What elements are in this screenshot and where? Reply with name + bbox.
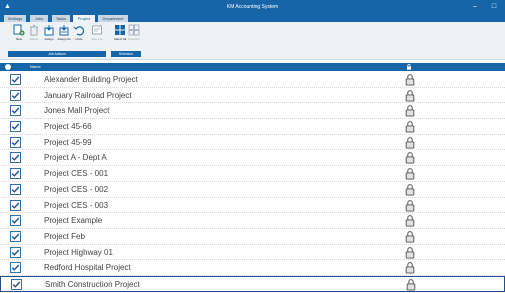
assign-all-button[interactable]: Assign All	[57, 24, 71, 46]
project-name: Redford Hospital Project	[44, 263, 131, 273]
menu-tabs: Settings Jobs Tasks Project Department	[0, 14, 505, 22]
minimize-button[interactable]: –	[470, 2, 480, 12]
tab-settings[interactable]: Settings	[4, 15, 26, 22]
row-lock-icon[interactable]	[405, 136, 415, 149]
assign-all-button-label: Assign All	[57, 37, 71, 41]
ribbon: New Delete Assign Assign All Undo Edit J…	[0, 22, 505, 60]
new-button-label: New	[15, 37, 22, 41]
table-row[interactable]: Project CES - 002	[0, 182, 505, 198]
row-checkbox[interactable]	[10, 262, 21, 274]
project-name: Project CES - 002	[44, 184, 109, 194]
delete-button-label: Delete	[29, 37, 39, 41]
row-lock-icon[interactable]	[405, 167, 415, 180]
undo-button[interactable]: Undo	[72, 24, 86, 46]
delete-icon	[30, 25, 38, 36]
project-name: Project CES - 001	[44, 169, 109, 179]
row-lock-icon[interactable]	[405, 104, 415, 117]
tab-tasks[interactable]: Tasks	[52, 15, 70, 22]
row-lock-icon[interactable]	[405, 230, 415, 243]
new-project-icon	[13, 24, 25, 36]
table-row[interactable]: Project 45-99	[0, 135, 505, 151]
row-checkbox[interactable]	[10, 183, 21, 195]
table-row[interactable]: Redford Hospital Project	[0, 260, 505, 276]
project-name: Jones Mall Project	[44, 106, 110, 116]
row-lock-icon[interactable]	[405, 246, 415, 259]
table-row[interactable]: Project 45-66	[0, 119, 505, 135]
row-lock-icon[interactable]	[405, 214, 415, 227]
maximize-button[interactable]: □	[489, 2, 499, 12]
lock-icon	[407, 64, 411, 70]
row-checkbox[interactable]	[10, 168, 21, 180]
row-checkbox[interactable]	[10, 230, 21, 242]
window-title: KM Accounting System	[226, 4, 279, 10]
project-name: Project Highway 01	[44, 247, 113, 257]
table-row[interactable]: Project Highway 01	[0, 245, 505, 261]
selection-group-label: Selection	[111, 51, 141, 57]
table-row[interactable]: Project Example	[0, 213, 505, 229]
edit-job-icon	[92, 25, 102, 35]
project-name: Project Example	[44, 216, 103, 226]
row-lock-icon[interactable]	[405, 183, 415, 196]
table-row[interactable]: Project Feb	[0, 229, 505, 245]
job-actions-group-label: Job Actions	[8, 51, 106, 57]
edit-job-button[interactable]: Edit Job	[90, 24, 104, 46]
row-lock-icon[interactable]	[405, 151, 415, 164]
undo-icon	[73, 26, 85, 36]
deselect-button[interactable]: Deselect	[127, 24, 141, 46]
row-checkbox[interactable]	[10, 152, 21, 164]
deselect-button-label: Deselect	[128, 37, 140, 41]
edit-job-button-label: Edit Job	[91, 37, 103, 41]
tab-jobs[interactable]: Jobs	[30, 15, 48, 22]
assign-button[interactable]: Assign	[42, 24, 56, 46]
table-row[interactable]: Project A - Dept A	[0, 150, 505, 167]
row-lock-icon[interactable]	[405, 73, 415, 86]
row-lock-icon[interactable]	[405, 199, 415, 212]
table-row[interactable]: Alexander Building Project	[0, 72, 505, 88]
row-checkbox[interactable]	[10, 89, 21, 101]
title-bar: ▲ KM Accounting System – □	[0, 0, 505, 14]
table-row[interactable]: Jones Mall Project	[0, 103, 505, 120]
project-list: Alexander Building Project January Railro…	[0, 72, 505, 292]
table-row[interactable]: Smith Construction Project	[0, 275, 505, 292]
project-name: January Railroad Project	[44, 90, 132, 100]
tab-project[interactable]: Project	[73, 15, 95, 22]
assign-icon	[44, 25, 54, 36]
row-checkbox[interactable]	[10, 74, 21, 85]
row-checkbox[interactable]	[10, 105, 21, 117]
app-window: ▲ KM Accounting System – □ Settings Jobs…	[0, 0, 505, 293]
select-all-button-label: Select All	[113, 37, 127, 41]
row-checkbox[interactable]	[10, 136, 21, 148]
deselect-icon	[128, 24, 140, 36]
info-icon	[5, 64, 11, 70]
project-name: Project CES - 003	[44, 200, 109, 210]
tab-department[interactable]: Department	[98, 15, 128, 22]
assign-all-icon	[59, 25, 69, 36]
table-row[interactable]: Project CES - 001	[0, 166, 505, 182]
assign-button-label: Assign	[44, 37, 54, 41]
row-checkbox[interactable]	[10, 199, 21, 211]
row-checkbox[interactable]	[10, 215, 21, 227]
project-name: Smith Construction Project	[45, 279, 140, 289]
row-checkbox[interactable]	[10, 246, 21, 258]
column-header-name[interactable]: Name	[30, 63, 41, 71]
project-name: Project Feb	[44, 231, 85, 241]
new-button[interactable]: New	[12, 24, 26, 46]
row-lock-icon[interactable]	[405, 261, 415, 274]
project-name: Project 45-66	[44, 122, 92, 132]
select-all-button[interactable]: Select All	[113, 24, 127, 46]
row-lock-icon[interactable]	[405, 89, 415, 102]
delete-button[interactable]: Delete	[27, 24, 41, 46]
project-name: Alexander Building Project	[44, 75, 138, 84]
grid-header: Name	[0, 63, 505, 71]
table-row[interactable]: Project CES - 003	[0, 198, 505, 214]
select-all-icon	[115, 25, 125, 35]
row-lock-icon[interactable]	[405, 120, 415, 133]
undo-button-label: Undo	[75, 37, 83, 41]
table-row[interactable]: January Railroad Project	[0, 88, 505, 104]
project-name: Project A - Dept A	[44, 153, 107, 163]
row-checkbox[interactable]	[10, 121, 21, 133]
row-checkbox[interactable]	[11, 278, 22, 290]
row-lock-icon[interactable]	[406, 278, 416, 291]
project-name: Project 45-99	[44, 137, 92, 147]
